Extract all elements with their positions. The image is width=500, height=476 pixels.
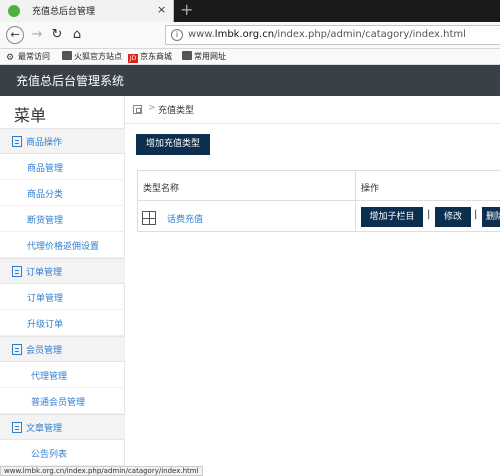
sidebar-section-products[interactable]: 商品操作 bbox=[0, 128, 125, 154]
tab-close-icon[interactable]: × bbox=[157, 3, 166, 16]
sidebar: 菜单 商品操作 商品管理 商品分类 断货管理 代理价格返佣设置 订单管理 订单管… bbox=[0, 96, 125, 476]
edit-button[interactable]: 修改 bbox=[435, 207, 471, 227]
sidebar-section-label: 订单管理 bbox=[26, 268, 63, 278]
expand-tree-icon[interactable] bbox=[142, 211, 156, 225]
info-icon[interactable]: i bbox=[171, 29, 183, 41]
action-separator: | bbox=[474, 209, 478, 220]
add-subcategory-button[interactable]: 增加子栏目 bbox=[361, 207, 423, 227]
document-icon bbox=[12, 136, 22, 147]
sidebar-item-order-management[interactable]: 订单管理 bbox=[0, 284, 125, 310]
bookmark-jd[interactable]: JD 京东商城 bbox=[128, 51, 172, 63]
sidebar-section-members[interactable]: 会员管理 bbox=[0, 336, 125, 362]
address-bar[interactable]: i www.lmbk.org.cn/index.php/admin/catago… bbox=[165, 25, 500, 45]
sidebar-section-label: 商品操作 bbox=[26, 138, 63, 148]
bookmark-most-visited[interactable]: ⚙ 最常访问 bbox=[6, 51, 50, 63]
document-icon bbox=[12, 266, 22, 277]
sidebar-section-articles[interactable]: 文章管理 bbox=[0, 414, 125, 440]
sidebar-item-label: 代理价格返佣设置 bbox=[27, 242, 100, 252]
menu-title: 菜单 bbox=[14, 106, 47, 125]
bookmarks-bar: ⚙ 最常访问 火狐官方站点 JD 京东商城 常用网址 bbox=[0, 49, 500, 65]
sidebar-item-label: 代理管理 bbox=[31, 372, 68, 382]
browser-tab-bar: 充值总后台管理 × + bbox=[0, 0, 500, 22]
jd-logo-icon: JD bbox=[128, 54, 138, 63]
sidebar-item-label: 商品分类 bbox=[27, 190, 64, 200]
breadcrumb-current: 充值类型 bbox=[158, 106, 195, 116]
site-favicon-icon bbox=[8, 5, 20, 17]
sidebar-item-upgrade-orders[interactable]: 升级订单 bbox=[0, 310, 125, 336]
document-icon bbox=[12, 422, 22, 433]
sidebar-item-product-category[interactable]: 商品分类 bbox=[0, 180, 125, 206]
reload-icon[interactable]: ↻ bbox=[48, 26, 66, 44]
url-text[interactable]: www.lmbk.org.cn/index.php/admin/catagory… bbox=[188, 29, 466, 40]
browser-tab[interactable]: 充值总后台管理 × bbox=[0, 0, 174, 22]
back-arrow-icon[interactable]: ← bbox=[6, 26, 24, 44]
breadcrumb-separator: > bbox=[148, 103, 156, 113]
home-icon[interactable]: ⌂ bbox=[68, 26, 86, 44]
sidebar-item-announcements[interactable]: 公告列表 bbox=[0, 440, 125, 466]
forward-arrow-icon[interactable]: → bbox=[28, 26, 46, 44]
browser-toolbar: ← → ↻ ⌂ i www.lmbk.org.cn/index.php/admi… bbox=[0, 22, 500, 49]
sidebar-item-label: 升级订单 bbox=[27, 320, 64, 330]
gear-icon: ⚙ bbox=[6, 53, 15, 63]
category-table: 类型名称 操作 话费充值 增加子栏目 | 修改 | 删除 bbox=[137, 170, 500, 232]
delete-button[interactable]: 删除 bbox=[482, 207, 500, 227]
folder-icon bbox=[62, 51, 72, 60]
folder-icon bbox=[182, 51, 192, 60]
table-header-name: 类型名称 bbox=[143, 184, 180, 194]
add-recharge-type-button[interactable]: 增加充值类型 bbox=[136, 134, 210, 155]
sidebar-section-orders[interactable]: 订单管理 bbox=[0, 258, 125, 284]
sidebar-item-agent-management[interactable]: 代理管理 bbox=[0, 362, 125, 388]
sidebar-item-out-of-stock[interactable]: 断货管理 bbox=[0, 206, 125, 232]
app-title: 充值总后台管理系统 bbox=[16, 74, 125, 88]
sidebar-item-label: 普通会员管理 bbox=[31, 398, 86, 408]
tab-title: 充值总后台管理 bbox=[32, 7, 96, 17]
category-name-link[interactable]: 话费充值 bbox=[167, 212, 203, 225]
sidebar-item-regular-members[interactable]: 普通会员管理 bbox=[0, 388, 125, 414]
home-icon[interactable] bbox=[133, 105, 142, 114]
breadcrumb: > 充值类型 bbox=[125, 96, 500, 124]
table-header-actions: 操作 bbox=[361, 184, 380, 194]
sidebar-item-product-management[interactable]: 商品管理 bbox=[0, 154, 125, 180]
sidebar-section-label: 文章管理 bbox=[26, 424, 63, 434]
sidebar-item-agent-commission[interactable]: 代理价格返佣设置 bbox=[0, 232, 125, 258]
app-header: 充值总后台管理系统 bbox=[0, 65, 500, 96]
sidebar-item-label: 公告列表 bbox=[31, 450, 68, 460]
sidebar-item-label: 断货管理 bbox=[27, 216, 64, 226]
column-divider bbox=[355, 171, 356, 231]
sidebar-item-label: 订单管理 bbox=[27, 294, 64, 304]
table-header-row: 类型名称 操作 bbox=[138, 171, 500, 201]
sidebar-section-label: 会员管理 bbox=[26, 346, 63, 356]
bookmark-firefox-official[interactable]: 火狐官方站点 bbox=[62, 51, 122, 62]
sidebar-item-label: 商品管理 bbox=[27, 164, 64, 174]
bookmark-common-sites[interactable]: 常用网址 bbox=[182, 51, 226, 62]
status-bar-url: www.lmbk.org.cn/index.php/admin/catagory… bbox=[0, 466, 203, 476]
new-tab-button[interactable]: + bbox=[180, 1, 193, 19]
document-icon bbox=[12, 344, 22, 355]
action-separator: | bbox=[427, 209, 431, 220]
